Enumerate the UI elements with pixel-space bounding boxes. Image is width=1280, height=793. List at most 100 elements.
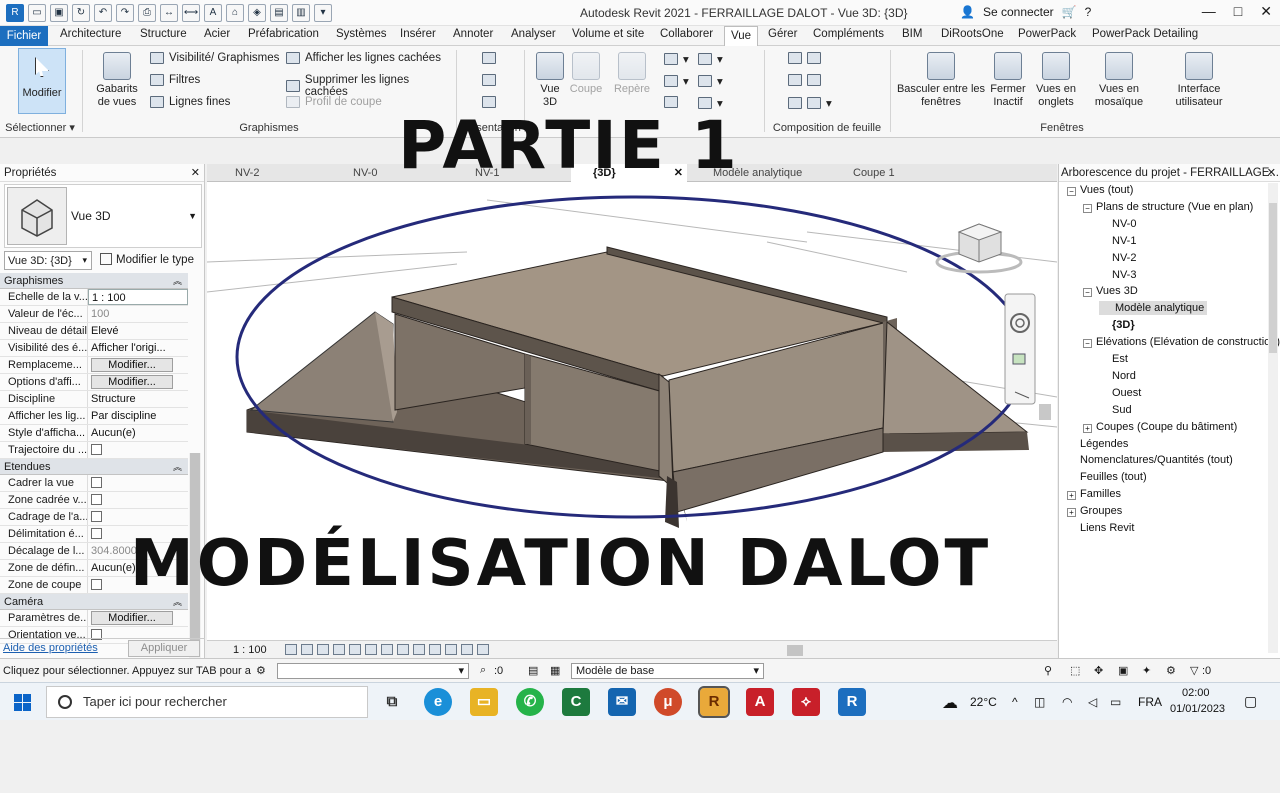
user-icon[interactable]: 👤 [960, 5, 975, 19]
tree-node[interactable]: Sud [1099, 403, 1132, 417]
property-value[interactable]: Afficher l'origi... [88, 340, 188, 356]
apply-button[interactable]: Appliquer [128, 640, 200, 657]
tab-prefabrication[interactable]: Préfabrication [248, 28, 319, 40]
tree-node[interactable]: NV-3 [1099, 268, 1136, 282]
tree-node[interactable]: Ouest [1099, 386, 1141, 400]
view-scale[interactable]: 1 : 100 [233, 644, 267, 656]
file-explorer-icon[interactable]: ▭ [470, 688, 498, 716]
taskbar-search[interactable]: Taper ici pour rechercher [46, 686, 368, 718]
duplicate-view-button[interactable]: ▾ [698, 52, 723, 66]
tab-file[interactable]: Fichier [0, 26, 48, 46]
temp-view-props-icon[interactable] [445, 644, 457, 655]
modify-button[interactable]: Modifier [18, 48, 66, 114]
cart-icon[interactable]: 🛒 [1062, 5, 1077, 19]
expand-icon[interactable]: + [1067, 508, 1076, 518]
tree-node[interactable]: Nord [1099, 369, 1136, 383]
property-checkbox[interactable] [91, 477, 102, 488]
navigation-bar[interactable] [1004, 293, 1036, 405]
tab-volume-et-site[interactable]: Volume et site [572, 28, 644, 40]
print-icon[interactable]: ⎙ [138, 4, 156, 22]
select-by-face-icon[interactable]: ▣ [1118, 664, 1128, 677]
browser-scrollbar[interactable] [1268, 183, 1278, 653]
close-icon[interactable]: ✕ [1260, 3, 1272, 20]
property-edit-button[interactable]: Modifier... [91, 358, 173, 372]
property-checkbox[interactable] [91, 444, 102, 455]
property-value[interactable]: Par discipline [88, 408, 188, 424]
exclude-options-icon[interactable]: ▦ [550, 664, 560, 677]
tree-node[interactable]: Légendes [1067, 437, 1128, 451]
tree-node[interactable]: Feuilles (tout) [1067, 470, 1147, 484]
close-inactive-button[interactable]: Fermer Inactif [988, 48, 1028, 109]
select-group-label[interactable]: Sélectionner ▾ [0, 121, 80, 134]
temp-hide-icon[interactable] [413, 644, 425, 655]
tree-node[interactable]: Liens Revit [1067, 521, 1134, 535]
excel-icon[interactable]: C [562, 688, 590, 716]
tab-bim[interactable]: BIM [902, 28, 922, 40]
collapse-icon[interactable]: − [1083, 203, 1092, 213]
notifications-icon[interactable]: ▢ [1244, 693, 1257, 710]
tree-node[interactable]: NV-0 [1099, 217, 1136, 231]
render-cloud-button[interactable] [482, 74, 496, 86]
property-value[interactable]: Modifier... [88, 374, 188, 390]
visual-style-icon[interactable] [301, 644, 313, 655]
tab-structure[interactable]: Structure [140, 28, 187, 40]
tab-dirootsone[interactable]: DiRootsOne [941, 28, 1004, 40]
minimize-icon[interactable]: — [1202, 3, 1216, 20]
tab-vue[interactable]: Vue [724, 26, 759, 47]
tab-collaborer[interactable]: Collaborer [660, 28, 713, 40]
properties-help-link[interactable]: Aide des propriétés [3, 642, 98, 654]
close-properties-icon[interactable]: ✕ [191, 166, 200, 179]
tree-node[interactable]: − Vues (tout) [1067, 183, 1133, 197]
legends-button[interactable]: ▾ [698, 74, 723, 88]
tab-systemes[interactable]: Systèmes [336, 28, 387, 40]
text-icon[interactable]: A [204, 4, 222, 22]
property-checkbox[interactable] [91, 528, 102, 539]
tab-analyser[interactable]: Analyser [511, 28, 556, 40]
tree-node[interactable]: Nomenclatures/Quantités (tout) [1067, 453, 1233, 467]
tab-acier[interactable]: Acier [204, 28, 230, 40]
property-value[interactable]: Structure [88, 391, 188, 407]
sign-in-link[interactable]: Se connecter [983, 5, 1054, 19]
type-selector[interactable]: Vue 3D ▼ [4, 184, 202, 248]
render-button[interactable] [482, 52, 496, 64]
view-tab-section-1[interactable]: Coupe 1 [831, 164, 951, 182]
volume-icon[interactable]: ◁ [1088, 695, 1097, 709]
elevation-button[interactable]: ▾ [664, 74, 689, 88]
tree-node[interactable]: − Vues 3D [1083, 284, 1138, 298]
clock-date[interactable]: 01/01/2023 [1170, 703, 1225, 715]
show-crop-icon[interactable] [381, 644, 393, 655]
visibility-graphics-button[interactable]: Visibilité/ Graphismes [150, 52, 279, 64]
tree-node[interactable]: Modèle analytique [1099, 301, 1208, 316]
wifi-icon[interactable]: ◠ [1062, 695, 1072, 709]
weather-icon[interactable]: ☁ [942, 693, 958, 713]
select-underlay-icon[interactable]: ⬚ [1070, 664, 1080, 677]
tab-powerpack[interactable]: PowerPack [1018, 28, 1076, 40]
property-edit-button[interactable]: Modifier... [91, 375, 173, 389]
filter-icon[interactable]: ▽ [1190, 664, 1198, 677]
tree-node[interactable]: − Elévations (Elévation de construction) [1083, 335, 1280, 349]
tab-architecture[interactable]: Architecture [60, 28, 121, 40]
highlight-displacement-icon[interactable] [477, 644, 489, 655]
acrobat-icon[interactable]: ⟡ [792, 688, 820, 716]
tree-node[interactable]: − Plans de structure (Vue en plan) [1083, 200, 1253, 214]
property-value[interactable] [88, 442, 188, 458]
canvas-scroll-thumb[interactable] [1039, 404, 1051, 420]
editable-only-icon[interactable]: ⌕ [480, 664, 486, 677]
property-value[interactable]: Aucun(e) [88, 425, 188, 441]
settings-icon[interactable]: ⚙ [1166, 664, 1176, 677]
tree-node[interactable]: Est [1099, 352, 1128, 366]
collapse-icon[interactable]: − [1083, 339, 1092, 349]
tree-node[interactable]: {3D} [1099, 318, 1135, 332]
property-value[interactable] [88, 509, 188, 525]
property-value[interactable]: Modifier... [88, 357, 188, 373]
expand-icon[interactable]: + [1083, 423, 1092, 433]
network-icon[interactable]: ◫ [1034, 695, 1045, 709]
edge-icon[interactable]: e [424, 688, 452, 716]
detail-level-icon[interactable] [285, 644, 297, 655]
property-value[interactable] [88, 492, 188, 508]
tab-powerpack-detailing[interactable]: PowerPack Detailing [1092, 28, 1198, 40]
revit-logo-icon[interactable]: R [6, 4, 24, 22]
clock-time[interactable]: 02:00 [1182, 687, 1210, 699]
section-icon[interactable]: ◈ [248, 4, 266, 22]
property-value[interactable]: Modifier... [88, 610, 188, 626]
